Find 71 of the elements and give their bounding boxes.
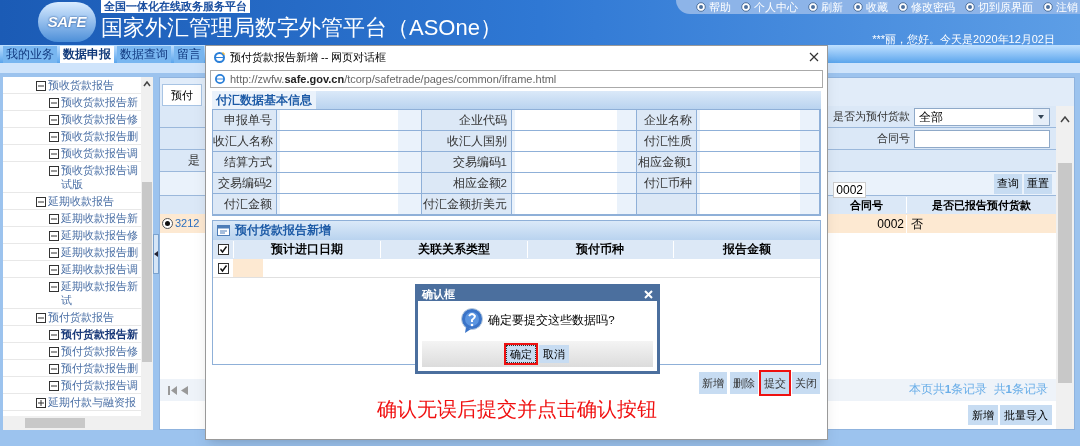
action-button[interactable]: 关闭 [792,372,820,394]
field-label: 相应金额2 [422,173,512,194]
field-label: 申报单号 [213,110,277,131]
pager-summary: 本页共1条记录 共1条记录 [908,382,1048,398]
column-header: 预计进口日期 [233,240,380,259]
field-label: 结算方式 [213,152,277,173]
action-button[interactable]: 新增 [699,372,727,394]
filter-label: 是 [188,152,200,168]
field-label: 交易编码2 [213,173,277,194]
filter-label: 合同号 [877,131,910,147]
field-label: 企业名称 [637,110,697,131]
dialog-button[interactable]: 取消 [539,345,569,363]
nav-tab[interactable]: 留言 [174,46,204,63]
table-cell-text: 0002 [876,215,905,233]
nav-tab[interactable]: 数据申报 [60,46,114,63]
query-button[interactable]: 重置 [1024,173,1052,194]
tree-item[interactable]: 预付货款报告修 [61,344,141,358]
action-button[interactable]: 批量导入 [1000,405,1052,425]
table-cell[interactable]: 3212 [175,215,200,232]
select-field[interactable]: 全部 [914,107,1050,126]
instruction-text: 确认无误后提交并点击确认按钮 [375,397,658,422]
tree-item[interactable]: 延期收款报告删 [61,245,141,259]
column-header: 关联关系类型 [379,240,527,259]
tree-item[interactable]: 预收货款报告修 [61,112,141,126]
tree-item[interactable]: 延期收款报告新 [61,211,141,225]
field-label: 付汇币种 [637,173,697,194]
tree-item[interactable]: 预收货款报告调 [61,146,141,160]
filter-label: 是否为预付货款 [833,109,910,125]
logo: SAFE [38,2,96,42]
tree-item[interactable]: 延期收款报告修 [61,228,141,242]
dialog-title: 预付货款报告新增 -- 网页对话框 [230,49,387,65]
platform-tag: 全国一体化在线政务服务平台 [101,0,250,13]
field-label: 交易编码1 [422,152,512,173]
action-button[interactable]: 删除 [730,372,758,394]
dialog-button[interactable]: 确定 [506,345,536,363]
field-label: 付汇性质 [637,131,697,152]
section-title: 预付货款报告新增 [235,222,331,238]
site-title: 国家外汇管理局数字外管平台（ASOne） [101,14,502,42]
tree-item[interactable]: 延期收款报告新试 [61,279,141,307]
tree-item[interactable]: 预付货款报告 [48,310,138,324]
tree-item[interactable]: 预收货款报告调试版 [61,163,141,191]
action-button[interactable]: 提交 [761,372,789,394]
column-header: 报告金额 [673,240,820,259]
confirm-message: 确定要提交这些数据吗? [488,313,615,329]
field-label: 付汇金额折美元 [422,194,512,215]
nav-tab[interactable]: 我的业务 [3,46,57,63]
field-label: 付汇金额 [213,194,277,215]
nav-tab[interactable]: 数据查询 [117,46,171,63]
tree-item[interactable]: 预收货款报告删 [61,129,141,143]
content-tab[interactable]: 预付 [162,84,202,106]
tree-item[interactable]: 延期收款报告调 [61,262,141,276]
tree-item[interactable]: 延期收款报告 [48,194,138,208]
tree-item[interactable]: 预付货款报告调 [61,378,141,392]
address-url: http://zwfw.safe.gov.cn/tcorp/safetrade/pages/common/iframe.html [230,71,557,87]
field-label: 收汇人国别 [422,131,512,152]
greeting-text: ***丽，您好。今天是2020年12月02日 [872,32,1055,47]
tree-item[interactable]: 预收货款报告 [48,78,138,92]
tree-item[interactable]: 延期付款与融资报 [48,395,138,409]
tree-item[interactable]: 预付货款报告新 [61,327,141,341]
column-header: 合同号 [848,197,884,213]
confirm-title: 确认框 [422,286,455,302]
section-title: 付汇数据基本信息 [212,91,316,109]
tooltip: 0002 [833,182,866,198]
column-header: 预付币种 [526,240,674,259]
field-label: 相应金额1 [637,152,697,173]
tree-item[interactable]: 预收货款报告新 [61,95,141,109]
tree-item[interactable]: 预付货款报告删 [61,361,141,375]
field-label: 收汇人名称 [213,131,277,152]
field-label: 企业代码 [422,110,512,131]
query-button[interactable]: 查询 [994,173,1022,194]
action-button[interactable]: 新增 [968,405,998,425]
